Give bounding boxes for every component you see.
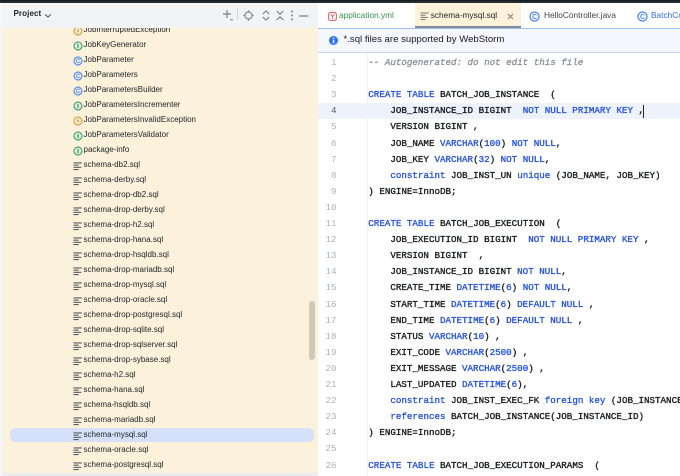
svg-text:C: C: [75, 89, 80, 95]
svg-text:C: C: [75, 74, 80, 80]
svg-text:C: C: [75, 59, 80, 65]
